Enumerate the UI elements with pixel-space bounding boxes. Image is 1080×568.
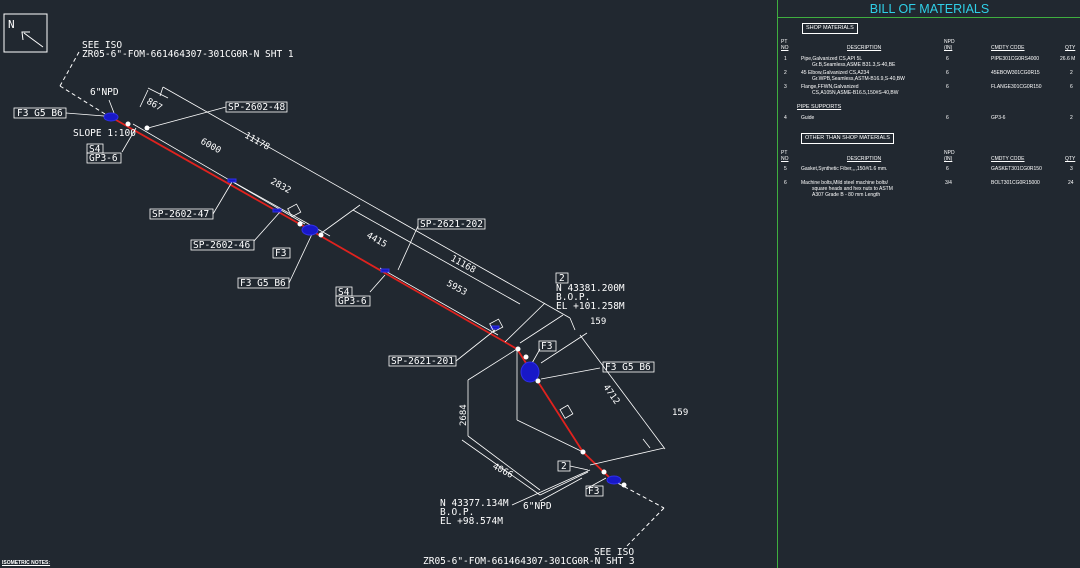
item-4-desc: Guide — [801, 115, 815, 121]
dim-2832: 2832 — [269, 177, 293, 196]
item-6-qty: 24 — [1068, 180, 1074, 186]
item-4-pt: 4 — [784, 115, 787, 121]
tag-f3-b: F3 — [541, 341, 552, 352]
item-2-code: 45EBOW301CG0R15 — [991, 70, 1040, 76]
tag-f3-a: F3 — [275, 248, 286, 259]
see-iso-top-ref: ZR05-6"-FOM-661464307-301CG0R-N SHT 1 — [82, 49, 294, 60]
dim-4066: 4066 — [491, 462, 515, 481]
item-5-qty: 3 — [1070, 166, 1073, 172]
shop-materials-label: SHOP MATERIALS — [802, 23, 858, 34]
hdr-no: NO — [781, 45, 789, 51]
dim-159-a: 159 — [590, 317, 606, 327]
tag-gp3-6-a: GP3-6 — [89, 153, 118, 164]
item-3-desc2: CS,A105N,ASME-B16.5,150#S-40,BW — [812, 90, 899, 96]
tag-f3-g5-b6-b: F3 G5 B6 — [240, 278, 286, 289]
item-1-qty: 26.6 M — [1060, 56, 1076, 62]
hdr2-cmdty-code: CMDTY CODE — [991, 156, 1025, 162]
weld-points — [125, 121, 627, 488]
item-3-code: FLANGE301CG0R150 — [991, 84, 1042, 90]
item-6-desc3: A307 Grade B - 80 mm Length — [812, 192, 881, 198]
item-6-pt: 6 — [784, 180, 787, 186]
north-arrow-icon — [21, 31, 44, 48]
hdr2-in: (IN) — [944, 156, 953, 162]
item-4-qty: 2 — [1070, 115, 1073, 121]
item-5-pt: 5 — [784, 166, 787, 172]
item-2-npd: 6 — [946, 70, 949, 76]
isometric-notes-label: ISOMETRIC NOTES: — [2, 560, 51, 566]
item-4-npd: 6 — [946, 115, 949, 121]
dim-11178: 11178 — [243, 131, 272, 153]
item-2-desc2: Gr.WPB,Seamless,ASTM-B16.9,S-40,BW — [812, 76, 905, 82]
tag-gp3-6-b: GP3-6 — [338, 296, 367, 307]
dim-5953: 5953 — [445, 279, 469, 298]
other-materials-label: OTHER THAN SHOP MATERIALS — [801, 133, 894, 144]
tag-f3-c: F3 — [588, 486, 599, 497]
item-5-code: GASKET301CG0R150 — [991, 166, 1042, 172]
hdr2-no: NO — [781, 156, 789, 162]
tag-two-b: 2 — [561, 461, 567, 472]
item-2-pt: 2 — [784, 70, 787, 76]
hdr-cmdty-code: CMDTY CODE — [991, 45, 1025, 51]
dim-867: 867 — [145, 97, 164, 114]
npd-top-label: 6"NPD — [90, 87, 119, 98]
tag-sp-2621-201: SP-2621-201 — [391, 356, 454, 367]
hdr-in: (IN) — [944, 45, 953, 51]
item-6-code: BOLT301CG0R15000 — [991, 180, 1040, 186]
item-6-npd: 3/4 — [945, 180, 952, 186]
bop-bottom-elevation: EL +98.574M — [440, 516, 503, 527]
hdr2-description: DESCRIPTION — [847, 156, 882, 162]
item-5-npd: 6 — [946, 166, 949, 172]
slope-label: SLOPE 1:100 — [73, 128, 136, 139]
item-1-npd: 6 — [946, 56, 949, 62]
hdr-description: DESCRIPTION — [847, 45, 882, 51]
item-5-desc: Gasket,Synthetic Fiber,,,,150#/1.6 mm. — [801, 166, 888, 172]
bill-of-materials-panel: BILL OF MATERIALS SHOP MATERIALS PT NO D… — [777, 0, 1080, 568]
item-1-pt: 1 — [784, 56, 787, 62]
tag-sp-2602-46: SP-2602-46 — [193, 240, 250, 251]
see-iso-bottom-ref: ZR05-6"-FOM-661464307-301CG0R-N SHT 3 — [423, 556, 635, 567]
hdr-qty: QTY — [1065, 45, 1076, 51]
tag-sp-2602-47: SP-2602-47 — [152, 209, 209, 220]
support-symbols — [287, 203, 574, 419]
tag-f3-g5-b6-a: F3 G5 B6 — [17, 108, 63, 119]
tag-sp-2621-202: SP-2621-202 — [420, 219, 483, 230]
tag-sp-2602-48: SP-2602-48 — [228, 102, 285, 113]
item-1-desc2: Gr.B,Seamless,ASME B31.3,S-40,BE — [812, 62, 896, 68]
item-2-qty: 2 — [1070, 70, 1073, 76]
bom-title: BILL OF MATERIALS — [778, 1, 1080, 18]
tag-f3-g5-b6-c: F3 G5 B6 — [605, 362, 651, 373]
item-4-code: GP3-6 — [991, 115, 1006, 121]
dim-2684: 2684 — [459, 404, 469, 426]
north-label: N — [8, 18, 15, 31]
npd-bottom-label: 6"NPD — [523, 501, 552, 512]
dim-6000: 6000 — [199, 137, 223, 156]
dim-4415: 4415 — [365, 231, 389, 250]
pipe-supports-label: PIPE SUPPORTS — [797, 104, 842, 110]
hdr2-qty: QTY — [1065, 156, 1076, 162]
item-1-code: PIPE301CG0RS4000 — [991, 56, 1040, 62]
item-3-qty: 6 — [1070, 84, 1073, 90]
isometric-drawing: N SEE ISO ZR05-6"-FOM-661464307-301CG0R-… — [3, 13, 688, 567]
item-3-npd: 6 — [946, 84, 949, 90]
dim-159-b: 159 — [672, 408, 688, 418]
item-3-pt: 3 — [784, 84, 787, 90]
bop-top-elevation: EL +101.258M — [556, 301, 625, 312]
